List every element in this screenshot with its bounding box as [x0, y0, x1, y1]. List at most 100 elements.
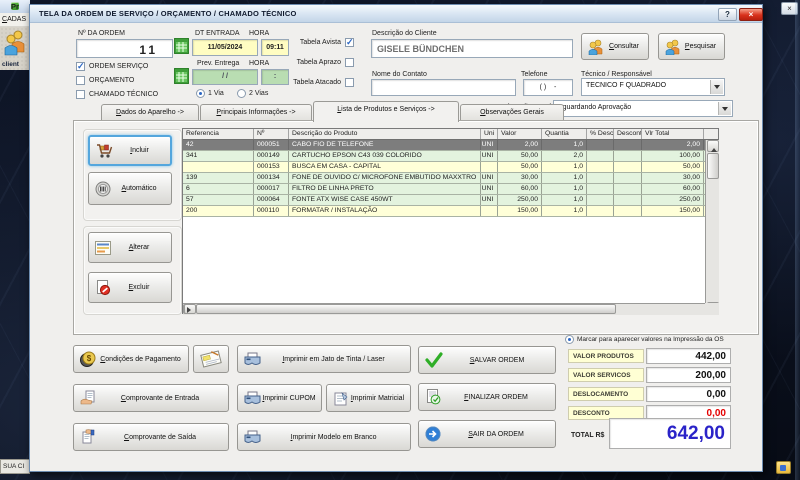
valor-servicos-label: VALOR SERVICOS	[568, 368, 644, 382]
print-inkjet-button[interactable]: Imprimir em Jato de Tinta / Laser	[237, 345, 411, 373]
finish-order-button[interactable]: FINALIZAR ORDEM	[418, 383, 556, 411]
automatic-item-button[interactable]: Automático	[88, 172, 172, 205]
delivery-date-input[interactable]: / /	[192, 69, 258, 85]
table-row[interactable]: 200 000110 FORMATAR / INSTALAÇÃO 150,00 1,0 1…	[183, 206, 718, 217]
current-status-select[interactable]: Aguardando Aprovação	[553, 100, 733, 117]
parent-window-titlebar: Pr	[0, 0, 30, 13]
chevron-down-icon[interactable]	[710, 80, 723, 94]
tab-principais-informacoes[interactable]: Principais Informações ->	[200, 104, 312, 121]
service-order-dialog: TELA DA ORDEM DE SERVIÇO / ORÇAMENTO / C…	[29, 4, 763, 472]
tab-label: Dados do Aparelho ->	[116, 109, 184, 116]
vertical-scroll-thumb[interactable]	[707, 153, 719, 179]
technician-select[interactable]: TECNICO F QUADRADO	[581, 78, 725, 96]
column-header[interactable]: Nº	[254, 129, 289, 139]
horizontal-scroll-thumb[interactable]	[196, 304, 616, 314]
table-cell	[614, 162, 642, 172]
column-header[interactable]: % Desc.	[587, 129, 614, 139]
table-row[interactable]: 139 000134 FONE DE OUVIDO C/ MICROFONE EMB…	[183, 173, 718, 184]
scroll-up-icon[interactable]	[707, 140, 719, 152]
contact-name-input[interactable]	[371, 79, 516, 96]
chevron-down-icon[interactable]	[718, 102, 731, 115]
radio-1-via[interactable]	[196, 89, 205, 98]
column-header[interactable]: Vlr Total	[642, 129, 704, 139]
parent-tray-icon[interactable]	[776, 461, 791, 474]
entry-date-input[interactable]: 11/05/2024	[192, 39, 258, 56]
tab-observacoes-gerais[interactable]: Observações Gerais	[460, 104, 564, 121]
table-row[interactable]: 000153 BUSCA EM CASA - CAPITAL 50,00 1,0 50,…	[183, 162, 718, 173]
column-header[interactable]: Desconto	[614, 129, 642, 139]
order-number-label: Nº DA ORDEM	[78, 30, 125, 37]
print-blank-button[interactable]: Imprimir Modelo em Branco	[237, 423, 411, 451]
payment-conditions-label: Condições de Pagamento	[100, 355, 181, 363]
scroll-right-icon[interactable]	[184, 304, 196, 314]
checkbox-tabela-avista[interactable]	[345, 37, 354, 48]
table-cell: 250,00	[642, 195, 704, 205]
parent-menu-bar[interactable]: CADAS	[0, 13, 30, 27]
total-label: TOTAL R$	[571, 432, 605, 439]
help-button[interactable]: ?	[718, 8, 737, 21]
table-cell: 42	[183, 140, 254, 150]
delete-item-button[interactable]: Excluir	[88, 272, 172, 303]
payment-conditions-button[interactable]: $ Condições de Pagamento	[73, 345, 189, 373]
parent-toolbar: client	[0, 27, 30, 70]
exit-order-button[interactable]: SAIR DA ORDEM	[418, 420, 556, 448]
checkbox-tabela-aprazo[interactable]	[345, 58, 354, 67]
valor-produtos-value: 442,00	[646, 348, 731, 364]
tab-lista-de-produtos-e-servicos[interactable]: Lista de Produtos e Serviços ->	[313, 101, 459, 122]
client-name-input[interactable]: GISELE BÜNDCHEN	[371, 39, 573, 58]
table-row[interactable]: 6 000017 FILTRO DE LINHA PRETO UNI 60,00 1,0 6…	[183, 184, 718, 195]
radio-2-vias[interactable]	[237, 89, 246, 98]
clients-icon[interactable]	[4, 30, 26, 56]
table-cell: 000153	[254, 162, 289, 172]
column-header[interactable]: Descrição do Produto	[289, 129, 481, 139]
table-row[interactable]: 341 000149 CARTUCHO EPSON C43 039 COLORIDO…	[183, 151, 718, 162]
table-cell: 1,0	[542, 184, 587, 194]
print-cupom-button[interactable]: Imprimir CUPOM	[237, 384, 322, 412]
table-cell: 150,00	[498, 206, 542, 216]
phone-input[interactable]: ( ) -	[523, 79, 573, 96]
calendar-icon[interactable]	[174, 68, 189, 84]
column-header[interactable]: Quantia	[542, 129, 587, 139]
entry-time-input[interactable]: 09:11	[261, 39, 289, 56]
radio-show-values-on-print[interactable]	[565, 335, 574, 344]
receipt-in-button[interactable]: Comprovante de Entrada	[73, 384, 229, 412]
table-cell	[614, 173, 642, 183]
search-client-button[interactable]: Pesquisar	[658, 33, 725, 60]
checkbox-ordem-servico[interactable]	[76, 61, 85, 72]
consult-client-button[interactable]: Consultar	[581, 33, 649, 60]
print-matrix-label: Imprimir Matricial	[350, 394, 405, 402]
delivery-time-input[interactable]: :	[261, 69, 289, 85]
vertical-scrollbar[interactable]	[705, 140, 719, 314]
order-number-input[interactable]: 11	[76, 39, 173, 58]
menu-item-cadastros[interactable]: CADAS	[0, 13, 30, 23]
table-cell	[587, 184, 614, 194]
column-header[interactable]: Referencia	[183, 129, 254, 139]
print-cupom-label: Imprimir CUPOM	[262, 394, 316, 402]
receipt-out-button[interactable]: Comprovante de Saída	[73, 423, 229, 451]
table-cell: FORMATAR / INSTALAÇÃO	[289, 206, 481, 216]
cheques-button[interactable]	[193, 345, 229, 373]
table-row[interactable]: 57 000064 FONTE ATX WISE CASE 450WT UNI 250,…	[183, 195, 718, 206]
horizontal-scrollbar[interactable]	[183, 303, 705, 315]
table-cell	[614, 195, 642, 205]
automatic-button-label: Automático	[121, 185, 157, 192]
save-order-button[interactable]: SALVAR ORDEM	[418, 346, 556, 374]
table-cell: 250,00	[498, 195, 542, 205]
table-row[interactable]: 42 000051 CABO FIO DE TELEFONE UNI 2,00 1,0 2,…	[183, 140, 718, 151]
print-matrix-button[interactable]: Imprimir Matricial	[326, 384, 411, 412]
table-cell	[614, 140, 642, 150]
column-header[interactable]: Uni	[481, 129, 498, 139]
change-item-button[interactable]: Alterar	[88, 232, 172, 263]
table-cell: UNI	[481, 195, 498, 205]
dialog-titlebar[interactable]: TELA DA ORDEM DE SERVIÇO / ORÇAMENTO / C…	[30, 5, 763, 23]
checkbox-orcamento[interactable]	[76, 76, 85, 85]
column-header[interactable]: Valor	[498, 129, 542, 139]
calendar-icon[interactable]	[174, 38, 189, 54]
checkbox-chamado-tecnico[interactable]	[76, 90, 85, 99]
checkbox-tabela-atacado[interactable]	[345, 78, 354, 87]
include-item-button[interactable]: Incluir	[88, 135, 172, 166]
tab-dados-do-aparelho[interactable]: Dados do Aparelho ->	[101, 104, 199, 121]
close-icon[interactable]: ×	[739, 8, 763, 21]
consult-button-label: Consultar	[609, 43, 639, 50]
table-cell: 000017	[254, 184, 289, 194]
